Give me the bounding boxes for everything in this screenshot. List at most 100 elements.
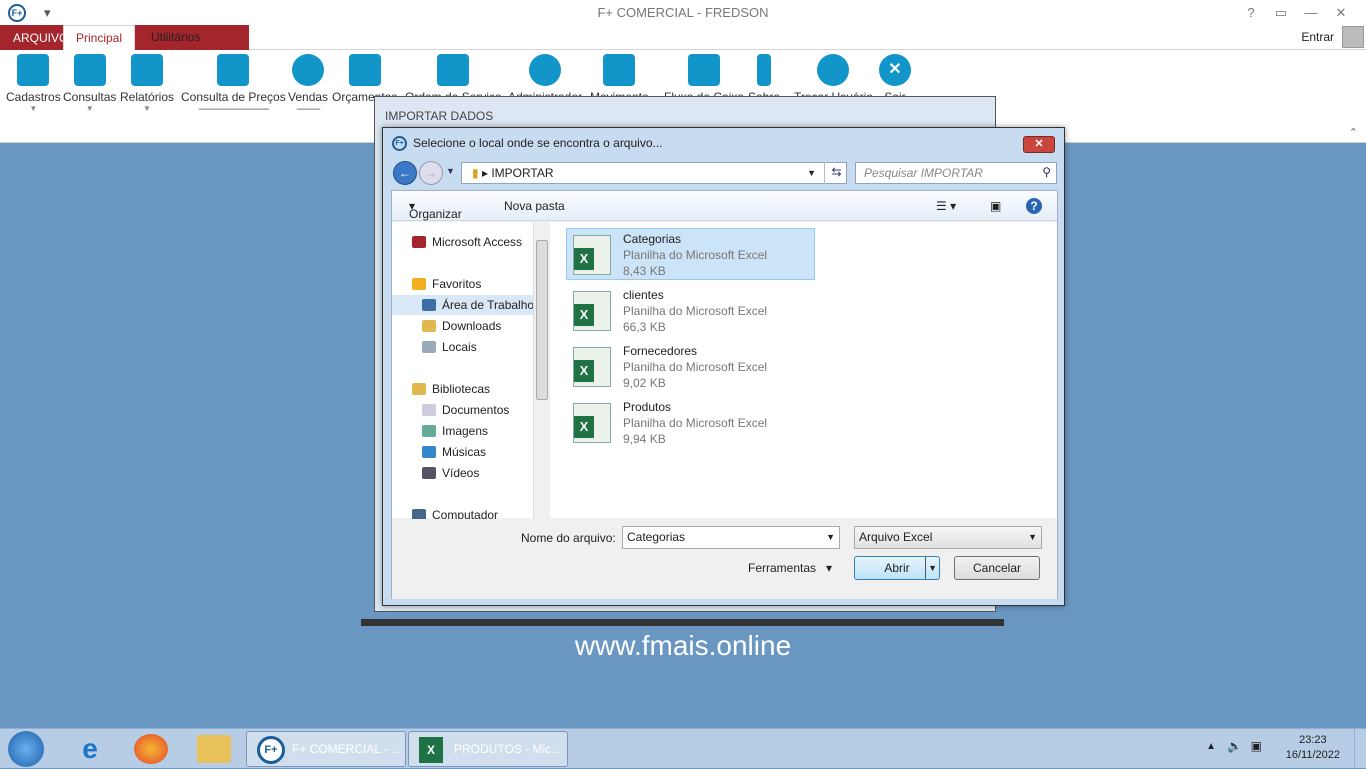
label: Bibliotecas xyxy=(432,382,491,396)
nav-microsoft-access[interactable]: Microsoft Access xyxy=(412,232,522,252)
nav-area-de-trabalho[interactable]: Área de Trabalho xyxy=(392,295,534,315)
star-icon xyxy=(412,278,426,290)
help-button[interactable]: ? xyxy=(1236,0,1266,25)
cadastros-button[interactable]: Cadastros ▼ xyxy=(6,54,61,113)
avatar[interactable] xyxy=(1342,26,1364,48)
view-options-icon[interactable]: ☰ ▾ xyxy=(936,199,956,213)
chevron-down-icon[interactable]: ▼ xyxy=(807,163,816,183)
tools-button[interactable]: Ferramentas ▾ xyxy=(748,561,832,575)
file-item[interactable]: X Produtos Planilha do Microsoft Excel 9,94… xyxy=(566,396,815,448)
scrollbar-thumb[interactable] xyxy=(536,240,548,400)
label: Vendas xyxy=(288,90,329,104)
file-explorer-icon[interactable] xyxy=(197,735,231,763)
chevron-down-icon: ▼ xyxy=(29,104,38,113)
nav-favoritos[interactable]: Favoritos xyxy=(412,274,481,294)
desktop-icon xyxy=(422,299,436,311)
relatorios-icon xyxy=(131,54,164,86)
chevron-down-icon: ▼ xyxy=(143,104,151,113)
recent-locations-dropdown[interactable]: ▼ xyxy=(446,166,455,176)
taskbar-app-fcomercial[interactable]: F+ F+ COMERCIAL - ... xyxy=(246,731,406,767)
file-name: Fornecedores xyxy=(623,344,698,358)
time: 23:23 xyxy=(1299,734,1327,746)
file-type-select[interactable]: Arquivo Excel ▼ xyxy=(854,526,1042,549)
restore-button[interactable]: ▭ xyxy=(1266,0,1296,25)
label: Músicas xyxy=(442,445,487,459)
label: Relatórios xyxy=(120,90,175,104)
show-hidden-icons[interactable]: ▲ xyxy=(1206,741,1216,752)
file-item[interactable]: Xclientes Planilha do Microsoft Excel 66,3… xyxy=(566,284,815,336)
close-circle-icon: ✕ xyxy=(879,54,911,86)
website-url: www.fmais.online xyxy=(574,630,792,661)
dialog-close-button[interactable]: ✕ xyxy=(1023,136,1055,153)
documents-icon xyxy=(422,404,436,416)
open-file-dialog: F+ Selecione o local onde se encontra o a… xyxy=(382,127,1065,606)
recent-places-icon xyxy=(422,341,436,353)
quick-access-dropdown[interactable]: ▾ xyxy=(44,0,51,25)
phone-tool-icon xyxy=(437,54,470,86)
cancel-button[interactable]: Cancelar xyxy=(954,556,1040,580)
cash-register-icon xyxy=(688,54,721,86)
firefox-icon[interactable] xyxy=(134,734,168,764)
file-type: Planilha do Microsoft Excel xyxy=(623,304,768,318)
clock[interactable]: 23:23 16/11/2022 xyxy=(1286,733,1340,763)
consultas-button[interactable]: Consultas ▼ xyxy=(63,54,116,113)
nav-bibliotecas[interactable]: Bibliotecas xyxy=(412,379,490,399)
label: Organizar xyxy=(409,207,462,221)
current-path: IMPORTAR xyxy=(491,166,554,180)
nav-documentos[interactable]: Documentos xyxy=(422,400,509,420)
close-button[interactable]: ✕ xyxy=(1326,0,1356,25)
filename-input[interactable]: Categorias ▼ xyxy=(622,526,840,549)
address-bar[interactable]: ▮ ▸ IMPORTAR ▼ xyxy=(461,162,847,184)
file-size: 66,3 KB xyxy=(623,320,666,334)
nav-scrollbar[interactable] xyxy=(533,222,549,518)
filename-value: Categorias xyxy=(627,530,686,544)
label: Consultas xyxy=(63,90,117,104)
taskbar: e F+ F+ COMERCIAL - ... X PRODUTOS - Mic..… xyxy=(0,728,1366,769)
tab-principal[interactable]: Principal xyxy=(63,25,136,50)
internet-explorer-icon[interactable]: e xyxy=(72,731,108,767)
volume-icon[interactable]: 🔈 xyxy=(1227,739,1242,753)
consultas-icon xyxy=(73,54,106,86)
access-icon xyxy=(412,236,426,248)
collapse-ribbon-icon[interactable]: ⌃ xyxy=(1349,126,1358,139)
tab-utilitarios[interactable]: Utilitários xyxy=(139,25,212,50)
help-icon[interactable]: ? xyxy=(1026,198,1042,214)
file-item[interactable]: X Categorias Planilha do Microsoft Excel 8,… xyxy=(566,228,815,280)
label: Vídeos xyxy=(442,466,480,480)
minimize-button[interactable]: — xyxy=(1296,0,1326,25)
nav-downloads[interactable]: Downloads xyxy=(422,316,501,336)
consulta-precos-button[interactable]: Consulta de Preços ----------------------… xyxy=(181,54,286,115)
forward-button[interactable]: → xyxy=(419,161,443,185)
label: Cadastros xyxy=(6,90,61,104)
label: Downloads xyxy=(442,319,502,333)
nav-musicas[interactable]: Músicas xyxy=(422,442,486,462)
nav-locais[interactable]: Locais xyxy=(422,337,477,357)
nav-videos[interactable]: Vídeos xyxy=(422,463,479,483)
file-item[interactable]: X Fornecedores Planilha do Microsoft Excel… xyxy=(566,340,815,392)
chevron-down-icon[interactable]: ▼ xyxy=(925,557,937,579)
basket-icon xyxy=(292,54,325,86)
music-icon xyxy=(422,446,436,458)
network-icon[interactable]: ▣ xyxy=(1251,739,1262,753)
new-folder-button[interactable]: Nova pasta xyxy=(504,199,565,213)
search-input[interactable]: Pesquisar IMPORTAR xyxy=(855,162,1057,184)
start-button[interactable] xyxy=(8,731,44,767)
show-desktop-button[interactable] xyxy=(1354,729,1366,769)
videos-icon xyxy=(422,467,436,479)
open-button[interactable]: Abrir ▼ xyxy=(854,556,940,580)
excel-file-icon: X xyxy=(573,235,611,275)
vendas-button[interactable]: Vendas ---------- xyxy=(288,54,328,115)
organize-button[interactable]: Organizar ▾ xyxy=(409,199,462,221)
nav-imagens[interactable]: Imagens xyxy=(422,421,488,441)
excel-file-icon: X xyxy=(573,347,611,387)
chart-monitor-icon xyxy=(603,54,636,86)
sign-in-link[interactable]: Entrar xyxy=(1301,30,1334,45)
refresh-button[interactable]: ⇆ xyxy=(824,162,848,184)
back-button[interactable]: ← xyxy=(393,161,417,185)
preview-pane-icon[interactable]: ▣ xyxy=(990,199,1001,213)
monitor-search-icon xyxy=(217,54,250,86)
taskbar-app-excel[interactable]: X PRODUTOS - Mic... xyxy=(408,731,568,767)
downloads-folder-icon xyxy=(422,320,436,332)
relatorios-button[interactable]: Relatórios ▼ xyxy=(120,54,174,113)
chevron-down-icon[interactable]: ▼ xyxy=(826,527,835,548)
